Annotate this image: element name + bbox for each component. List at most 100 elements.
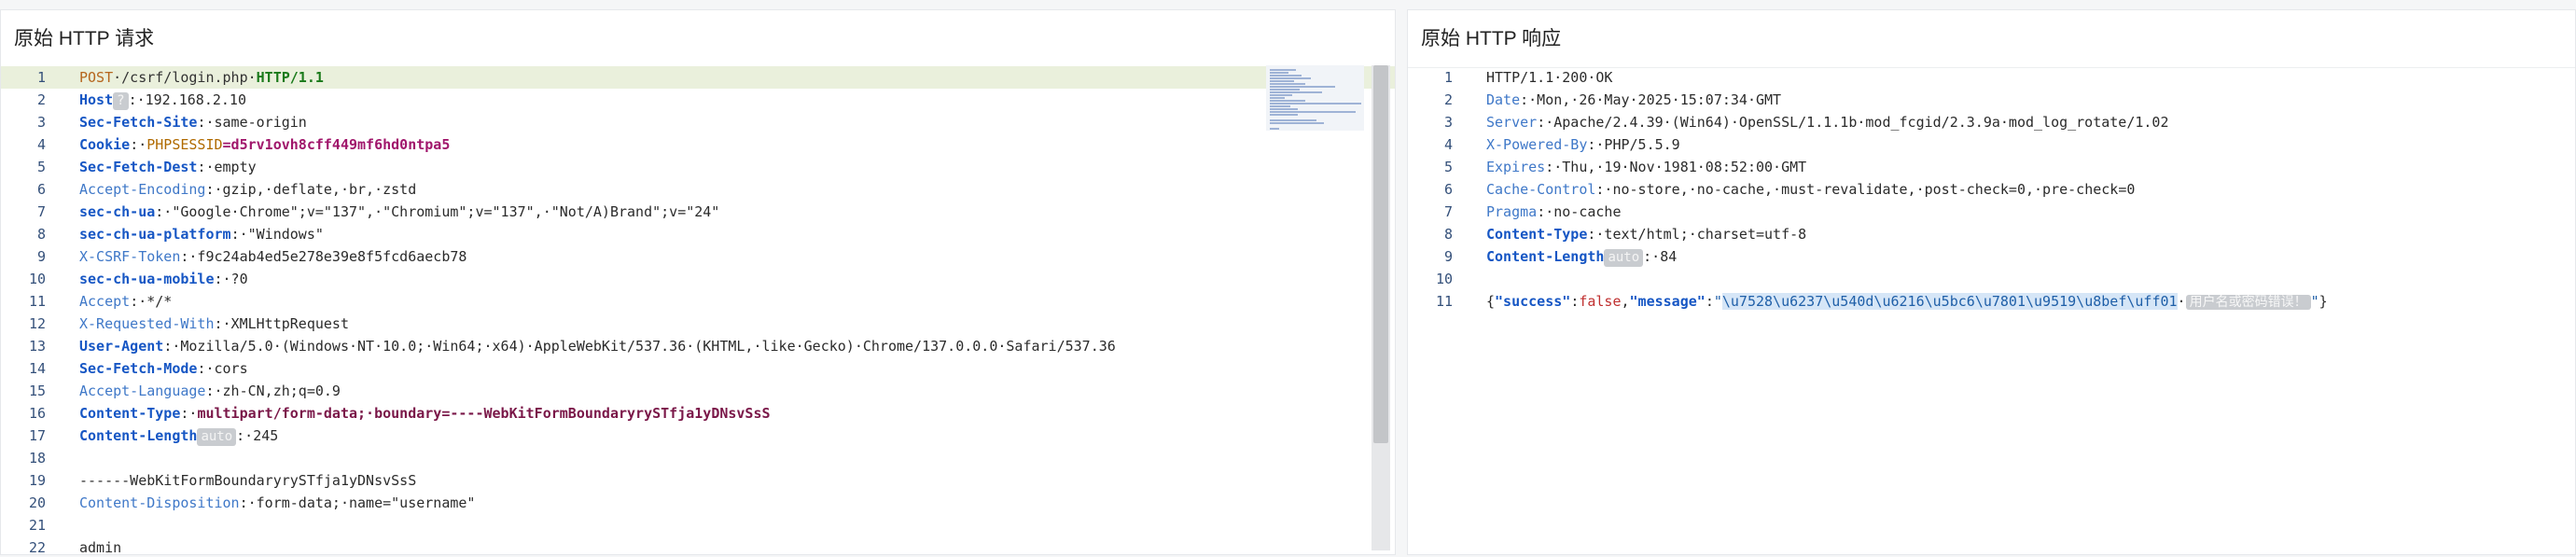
code-token: :·	[130, 136, 147, 153]
line-number: 3	[36, 114, 46, 131]
request-scrollbar-thumb[interactable]	[1373, 65, 1388, 443]
response-line[interactable]: 6 Cache-Control:·no-store,·no-cache,·must…	[1408, 178, 2575, 201]
request-line[interactable]: 3 Sec-Fetch-Site:·same-origin	[1, 111, 1395, 133]
response-line[interactable]: 11 {"success":false,"message":"\u7528\u62…	[1408, 290, 2575, 313]
request-line[interactable]: 18	[1, 447, 1395, 469]
code-token: :·*/*	[130, 293, 173, 310]
line-number: 11	[1435, 293, 1453, 310]
minimap-line	[1270, 114, 1298, 116]
response-line[interactable]: 2 Date:·Mon,·26·May·2025·15:07:34·GMT	[1408, 89, 2575, 111]
response-line[interactable]: 10	[1408, 268, 2575, 290]
line-code: Content-Disposition:·form-data;·name="us…	[79, 492, 475, 514]
code-token: Accept	[79, 293, 131, 310]
request-line[interactable]: 13 User-Agent:·Mozilla/5.0·(Windows·NT·10…	[1, 335, 1395, 357]
line-number: 9	[1443, 248, 1453, 265]
request-line[interactable]: 22 admin	[1, 536, 1395, 554]
request-editor[interactable]: 1 POST·/csrf/login.php·HTTP/1.1 2 Host?:·19…	[1, 66, 1395, 554]
request-scrollbar[interactable]	[1372, 65, 1390, 550]
code-token: "	[2310, 293, 2319, 310]
code-token: :·form-data;·name="username"	[239, 494, 476, 511]
inline-hint-chip: auto	[1604, 249, 1644, 267]
request-line[interactable]: 4 Cookie:·PHPSESSID=d5rv1ovh8cff449mf6hd0…	[1, 133, 1395, 156]
request-line[interactable]: 19 ------WebKitFormBoundaryrySTfja1yDNsvS…	[1, 469, 1395, 492]
code-token: Expires	[1486, 159, 1546, 175]
code-token: :·"Windows"	[230, 226, 324, 243]
response-line[interactable]: 4 X-Powered-By:·PHP/5.5.9	[1408, 133, 2575, 156]
response-line[interactable]: 3 Server:·Apache/2.4.39·(Win64)·OpenSSL/1…	[1408, 111, 2575, 133]
code-token: Pragma	[1486, 203, 1538, 220]
line-code: sec-ch-ua-platform:·"Windows"	[79, 223, 324, 245]
request-line[interactable]: 7 sec-ch-ua:·"Google·Chrome";v="137",·"Ch…	[1, 201, 1395, 223]
request-minimap[interactable]	[1266, 65, 1364, 131]
minimap-line	[1270, 111, 1356, 113]
line-code: User-Agent:·Mozilla/5.0·(Windows·NT·10.0…	[79, 335, 1116, 357]
minimap-line	[1270, 105, 1290, 107]
code-token: Accept-Encoding	[79, 181, 206, 198]
request-line[interactable]: 20 Content-Disposition:·form-data;·name="…	[1, 492, 1395, 514]
code-token: Sec-Fetch-Dest	[79, 159, 198, 175]
line-code: Accept-Language:·zh-CN,zh;q=0.9	[79, 380, 341, 402]
line-code: Host?:·192.168.2.10	[79, 89, 246, 111]
code-token: :·Thu,·19·Nov·1981·08:52:00·GMT	[1545, 159, 1807, 175]
code-token: Content-Type	[1486, 226, 1588, 243]
line-code: Accept-Encoding:·gzip,·deflate,·br,·zstd	[79, 178, 416, 201]
request-line[interactable]: 10 sec-ch-ua-mobile:·?0	[1, 268, 1395, 290]
line-number: 19	[28, 472, 46, 489]
response-line[interactable]: 7 Pragma:·no-cache	[1408, 201, 2575, 223]
line-code: Expires:·Thu,·19·Nov·1981·08:52:00·GMT	[1486, 156, 1806, 178]
line-code: sec-ch-ua-mobile:·?0	[79, 268, 248, 290]
request-line[interactable]: 8 sec-ch-ua-platform:·"Windows"	[1, 223, 1395, 245]
code-token: X-CSRF-Token	[79, 248, 181, 265]
line-code: sec-ch-ua:·"Google·Chrome";v="137",·"Chr…	[79, 201, 719, 223]
response-line[interactable]: 9 Content-Length auto:·84	[1408, 245, 2575, 268]
line-number: 9	[36, 248, 46, 265]
line-code: {"success":false,"message":"\u7528\u6237…	[1486, 290, 2328, 313]
request-line[interactable]: 15 Accept-Language:·zh-CN,zh;q=0.9	[1, 380, 1395, 402]
request-line[interactable]: 5 Sec-Fetch-Dest:·empty	[1, 156, 1395, 178]
line-number: 4	[36, 136, 46, 153]
code-token: :·f9c24ab4ed5e278e39e8f5fcd6aecb78	[180, 248, 467, 265]
code-token: Date	[1486, 91, 1521, 108]
request-line[interactable]: 2 Host?:·192.168.2.10	[1, 89, 1395, 111]
request-line[interactable]: 14 Sec-Fetch-Mode:·cors	[1, 357, 1395, 380]
code-token: :·Apache/2.4.39·(Win64)·OpenSSL/1.1.1b·m…	[1537, 114, 2169, 131]
line-number: 2	[1443, 91, 1453, 108]
request-line[interactable]: 6 Accept-Encoding:·gzip,·deflate,·br,·zst…	[1, 178, 1395, 201]
line-number: 21	[28, 517, 46, 534]
line-number: 16	[28, 405, 46, 422]
minimap-line	[1270, 89, 1300, 91]
code-token: :·cors	[197, 360, 248, 377]
request-line[interactable]: 11 Accept:·*/*	[1, 290, 1395, 313]
line-number: 6	[36, 181, 46, 198]
code-token: {	[1486, 293, 1496, 310]
minimap-line	[1270, 80, 1294, 82]
response-editor[interactable]: 1 HTTP/1.1·200·OK 2 Date:·Mon,·26·May·2025·…	[1408, 66, 2575, 554]
code-token: ·/csrf/login.php·	[113, 69, 257, 86]
request-line[interactable]: 16 Content-Type:·multipart/form-data;·bou…	[1, 402, 1395, 425]
line-number: 7	[36, 203, 46, 220]
request-line[interactable]: 1 POST·/csrf/login.php·HTTP/1.1	[1, 66, 1395, 89]
request-line[interactable]: 9 X-CSRF-Token:·f9c24ab4ed5e278e39e8f5fcd…	[1, 245, 1395, 268]
line-code: Cache-Control:·no-store,·no-cache,·must-…	[1486, 178, 2135, 201]
minimap-line	[1270, 72, 1288, 74]
line-code: Sec-Fetch-Mode:·cors	[79, 357, 248, 380]
request-line[interactable]: 17 Content-Length auto:·245	[1, 425, 1395, 447]
line-number: 6	[1443, 181, 1453, 198]
response-line[interactable]: 5 Expires:·Thu,·19·Nov·1981·08:52:00·GMT	[1408, 156, 2575, 178]
minimap-line	[1270, 94, 1292, 96]
response-line[interactable]: 8 Content-Type:·text/html;·charset=utf-8	[1408, 223, 2575, 245]
response-line[interactable]: 1 HTTP/1.1·200·OK	[1408, 66, 2575, 89]
minimap-line	[1270, 122, 1324, 124]
inline-hint-chip: 用户名或密码错误！	[2185, 295, 2311, 310]
code-token: :·PHP/5.5.9	[1587, 136, 1680, 153]
minimap-line	[1270, 77, 1311, 79]
request-line[interactable]: 12 X-Requested-With:·XMLHttpRequest	[1, 313, 1395, 335]
code-token: "message"	[1629, 293, 1706, 310]
minimap-line	[1270, 83, 1305, 85]
line-code: X-Requested-With:·XMLHttpRequest	[79, 313, 349, 335]
inline-hint-chip: auto	[197, 428, 237, 446]
request-line[interactable]: 21	[1, 514, 1395, 536]
code-token: }	[2318, 293, 2328, 310]
code-token: X-Powered-By	[1486, 136, 1588, 153]
line-code: POST·/csrf/login.php·HTTP/1.1	[79, 66, 324, 89]
